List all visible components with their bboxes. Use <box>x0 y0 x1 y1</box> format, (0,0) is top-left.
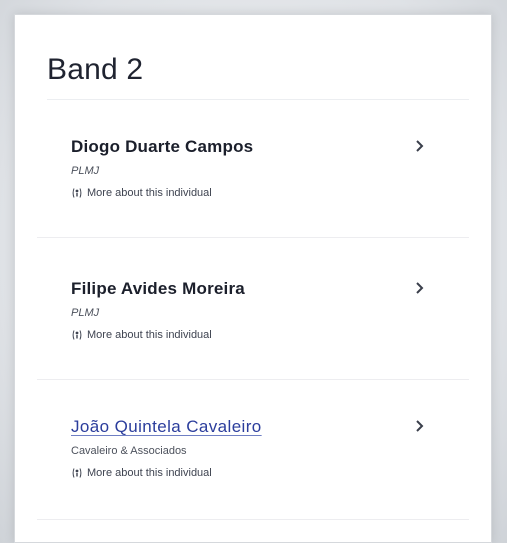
title-divider <box>47 99 469 100</box>
individual-firm: Cavaleiro & Associados <box>71 445 187 457</box>
more-about-label: More about this individual <box>87 187 212 199</box>
individual-row[interactable]: Diogo Duarte Campos PLMJ More about this… <box>37 119 469 237</box>
individual-name[interactable]: Filipe Avides Moreira <box>71 279 245 299</box>
more-about-link[interactable]: More about this individual <box>71 187 212 199</box>
individual-row[interactable]: João Quintela Cavaleiro Cavaleiro & Asso… <box>37 399 469 517</box>
more-about-label: More about this individual <box>87 329 212 341</box>
row-divider <box>37 237 469 238</box>
individual-firm: PLMJ <box>71 165 100 177</box>
person-info-icon <box>71 467 83 479</box>
row-divider <box>37 519 469 520</box>
individual-firm: PLMJ <box>71 307 100 319</box>
screenshot-background: Band 2 Diogo Duarte Campos PLMJ More abo… <box>0 0 507 543</box>
more-about-label: More about this individual <box>87 467 212 479</box>
individual-name[interactable]: Diogo Duarte Campos <box>71 137 253 157</box>
chevron-right-icon[interactable] <box>411 137 429 155</box>
chevron-right-icon[interactable] <box>411 279 429 297</box>
row-divider <box>37 379 469 380</box>
chevron-right-icon[interactable] <box>411 417 429 435</box>
more-about-link[interactable]: More about this individual <box>71 467 212 479</box>
individual-name-link[interactable]: João Quintela Cavaleiro <box>71 417 262 437</box>
person-info-icon <box>71 329 83 341</box>
more-about-link[interactable]: More about this individual <box>71 329 212 341</box>
person-info-icon <box>71 187 83 199</box>
individual-row[interactable]: Filipe Avides Moreira PLMJ More about th… <box>37 261 469 379</box>
band-panel: Band 2 Diogo Duarte Campos PLMJ More abo… <box>14 14 492 543</box>
band-title: Band 2 <box>47 53 144 86</box>
